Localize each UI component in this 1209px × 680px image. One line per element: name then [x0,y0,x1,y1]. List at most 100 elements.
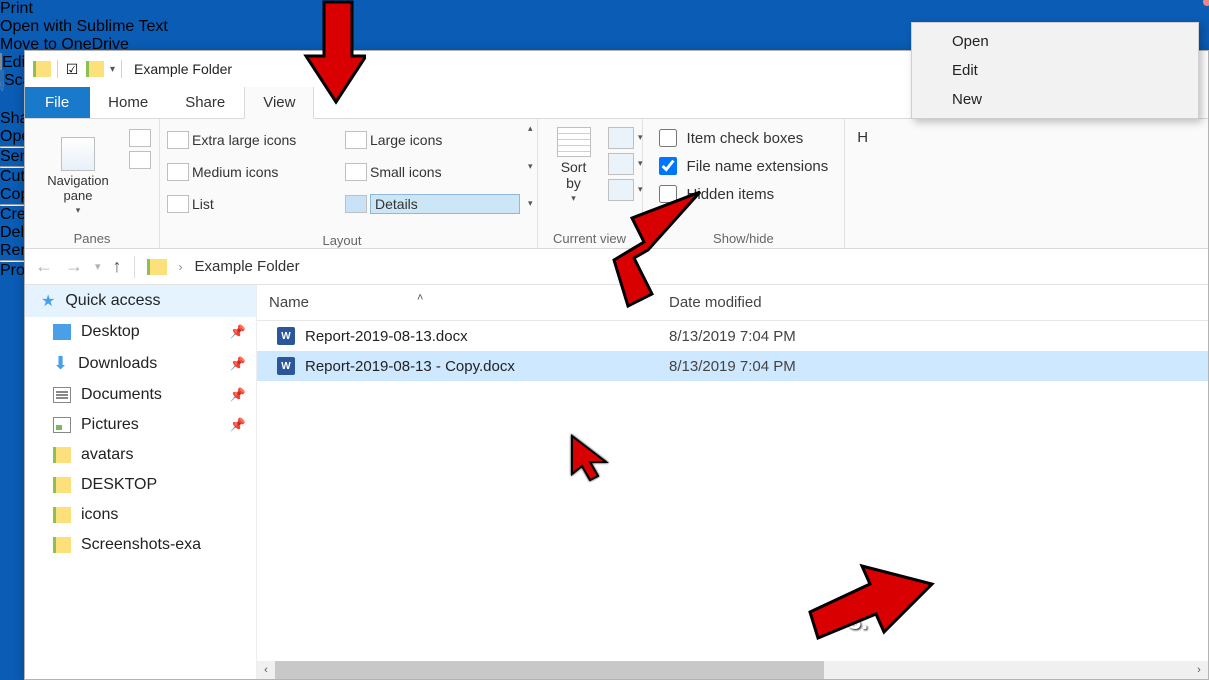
forward-button[interactable]: → [65,256,83,277]
scroll-thumb[interactable] [275,661,824,679]
navigation-pane-label: Navigation pane [47,173,108,203]
extra-large-icons-icon [167,131,189,149]
item-check-boxes-checkbox[interactable] [659,129,677,147]
add-columns-icon[interactable] [608,153,634,175]
documents-icon [53,387,71,403]
qat-newfolder-icon[interactable] [86,61,104,77]
large-icons-icon [345,131,367,149]
column-name[interactable]: Name ˄ [257,294,657,311]
menu-new[interactable]: New [912,85,1198,114]
folder-icon [53,507,71,523]
hidden-items-checkbox[interactable] [659,185,677,203]
medium-icons[interactable]: Medium icons [192,164,342,180]
preview-pane-icon[interactable] [129,129,151,147]
group-label-panes: Panes [33,229,151,246]
file-pane[interactable]: Name ˄ Date modified W Report-2019-08-13… [257,285,1208,679]
layout-scroll[interactable]: ▴ ▾ ▾ [524,119,537,213]
ribbon-group-panes: Navigation pane ▾ Panes [25,119,160,248]
scroll-track[interactable] [275,661,1190,679]
star-icon: ★ [41,291,55,311]
ribbon-group-layout: Extra large icons Large icons Medium ico… [160,119,538,248]
sort-indicator-icon: ˄ [417,292,423,304]
tab-share[interactable]: Share [167,87,244,118]
large-icons[interactable]: Large icons [370,132,520,148]
window-title: Example Folder [134,61,232,77]
sidebar-item-documents[interactable]: Documents 📌 [25,380,256,410]
column-options [608,123,634,201]
pin-icon: 📌 [230,356,246,372]
small-icons[interactable]: Small icons [370,164,520,180]
menu-open[interactable]: Open [912,27,1198,56]
list-icon [167,195,189,213]
sidebar-quick-access[interactable]: ★ Quick access [25,285,256,317]
details-pane-icon[interactable] [129,151,151,169]
file-name: Report-2019-08-13 - Copy.docx [305,358,515,375]
breadcrumb-folder-icon[interactable] [147,259,167,275]
scroll-right-button[interactable]: › [1190,661,1208,679]
ribbon-group-show-hide: Item check boxes File name extensions Hi… [643,119,846,248]
group-label-layout: Layout [160,231,524,248]
folder-icon [53,477,71,493]
hide-selected-partial[interactable]: H [857,129,868,146]
navigation-pane-button[interactable]: Navigation pane ▾ [33,123,123,229]
pin-icon: 📌 [230,417,246,433]
back-button[interactable]: ← [35,256,53,277]
pin-icon: 📌 [230,387,246,403]
file-rows: W Report-2019-08-13.docx 8/13/2019 7:04 … [257,321,1208,381]
size-columns-icon[interactable] [608,179,634,201]
scroll-left-button[interactable]: ‹ [257,661,275,679]
separator [57,60,58,78]
pin-icon: 📌 [230,324,246,340]
pictures-icon [53,417,71,433]
sort-by-button[interactable]: Sort by ▾ [546,123,602,204]
details-view[interactable]: Details [370,194,520,214]
hidden-items[interactable]: Hidden items [659,185,829,203]
sort-by-icon [557,127,591,157]
folder-icon [53,537,71,553]
sort-by-label: Sort by [561,159,587,191]
desktop-icon [53,324,71,340]
sidebar-item-avatars[interactable]: avatars [25,440,256,470]
breadcrumb-current[interactable]: Example Folder [195,258,300,275]
downloads-icon: ⬇ [53,353,68,374]
file-row[interactable]: W Report-2019-08-13 - Copy.docx 8/13/201… [257,351,1208,381]
qat-properties-icon[interactable]: ☑ [64,61,80,77]
navigation-pane-icon [61,137,95,171]
item-check-boxes[interactable]: Item check boxes [659,129,829,147]
explorer-window: ☑ ▾ Example Folder File Home Share View … [24,50,1209,680]
address-bar: ← → ▾ ↑ › Example Folder [25,249,1208,285]
tab-file[interactable]: File [25,87,90,118]
tab-view[interactable]: View [244,87,314,119]
separator [121,60,122,78]
column-date-modified[interactable]: Date modified [657,294,1208,311]
extra-large-icons[interactable]: Extra large icons [192,132,342,148]
sidebar-item-desktop[interactable]: Desktop 📌 [25,317,256,347]
medium-icons-icon [167,163,189,181]
breadcrumb-chevron[interactable]: › [179,260,183,274]
column-headers: Name ˄ Date modified [257,285,1208,321]
sidebar-item-icons[interactable]: icons [25,500,256,530]
file-row[interactable]: W Report-2019-08-13.docx 8/13/2019 7:04 … [257,321,1208,351]
group-by-icon[interactable] [608,127,634,149]
group-label-current-view: Current view [546,229,634,246]
file-name-extensions-checkbox[interactable] [659,157,677,175]
sidebar-item-downloads[interactable]: ⬇ Downloads 📌 [25,347,256,380]
up-button[interactable]: ↑ [113,256,122,277]
file-name-extensions[interactable]: File name extensions [659,157,829,175]
horizontal-scrollbar[interactable]: ‹ › [257,661,1208,679]
list-view[interactable]: List [192,196,342,212]
sidebar-item-pictures[interactable]: Pictures 📌 [25,410,256,440]
tab-home[interactable]: Home [90,87,167,118]
sidebar-item-desktop2[interactable]: DESKTOP [25,470,256,500]
menu-edit[interactable]: Edit [912,56,1198,85]
menu-print[interactable]: Print [0,0,1209,18]
group-label-show-hide: Show/hide [651,229,837,246]
sidebar[interactable]: ★ Quick access Desktop 📌 ⬇ Downloads 📌 D… [25,285,257,679]
recent-locations-chevron[interactable]: ▾ [95,260,101,273]
layout-options: Extra large icons Large icons Medium ico… [160,119,524,231]
small-icons-icon [345,163,367,181]
sidebar-item-screenshots[interactable]: Screenshots-exa [25,530,256,560]
qat-customize-chevron[interactable]: ▾ [110,64,115,75]
word-doc-icon: W [277,357,295,375]
ribbon-group-hide-selected: H [845,119,880,248]
